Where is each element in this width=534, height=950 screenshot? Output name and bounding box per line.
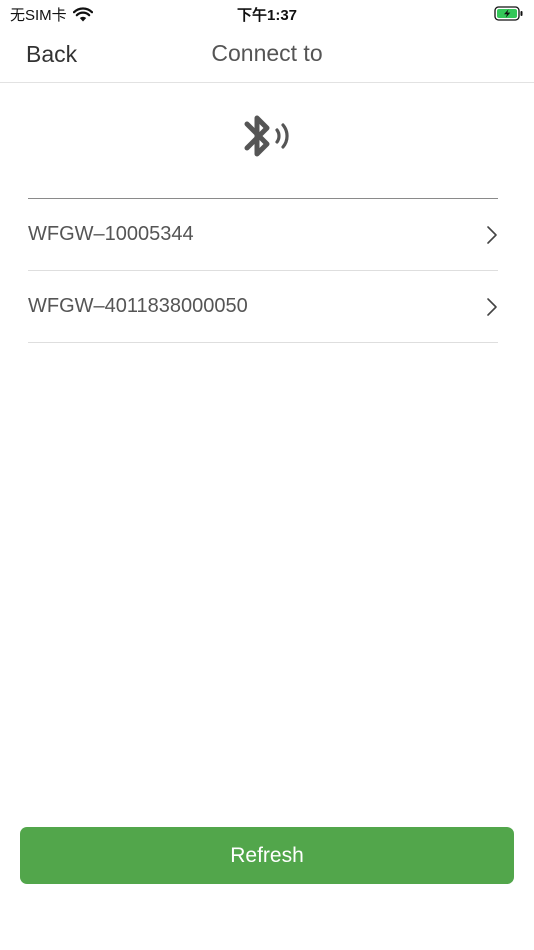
- bluetooth-header: [237, 108, 297, 166]
- refresh-button[interactable]: Refresh: [20, 827, 514, 884]
- bluetooth-signal-icon: [244, 115, 289, 157]
- chevron-right-icon: [487, 226, 497, 244]
- device-name: WFGW–10005344: [28, 223, 194, 245]
- device-row[interactable]: WFGW–10005344: [28, 199, 498, 271]
- chevron-right-icon: [487, 298, 497, 316]
- nav-bar: Back Connect to: [0, 28, 534, 83]
- page-title: Connect to: [211, 40, 323, 66]
- status-right: [494, 6, 524, 26]
- battery-charging-icon: [494, 6, 523, 21]
- status-bar: 无SIM卡 下午1:37: [0, 0, 534, 28]
- device-name: WFGW–4011838000050: [28, 295, 248, 317]
- device-list: WFGW–10005344 WFGW–4011838000050: [28, 199, 498, 343]
- device-row[interactable]: WFGW–4011838000050: [28, 271, 498, 343]
- status-time: 下午1:37: [236, 7, 298, 24]
- connect-screen: 无SIM卡 下午1:37 Back Connect to WFGW–100053…: [0, 0, 534, 950]
